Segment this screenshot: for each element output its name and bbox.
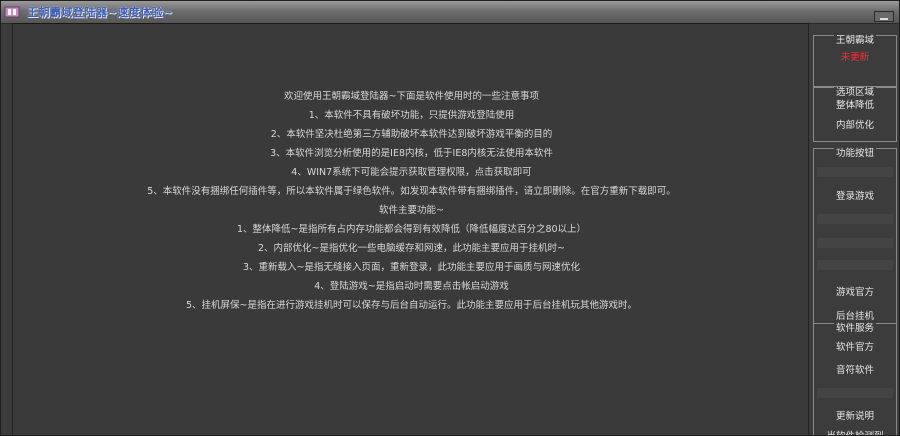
server-group-title: 王朝霸域 [833,35,876,46]
function-group: 功能按钮 登录游戏 游戏官方 后台挂机 [813,148,897,324]
minimize-button[interactable] [874,11,894,22]
app-logo-icon [4,6,20,18]
notes-panel: 欢迎使用王朝霸域登陆器~下面是软件使用时的一些注意事项 1、本软件不具有破坏功能… [12,23,810,435]
service-group-title: 软件服务 [833,323,876,334]
update-notes-button[interactable]: 更新说明 [817,408,893,426]
notes-line: 1、整体降低~是指所有占内存功能都会得到有效降低（降低幅度达百分之80以上） [236,224,587,235]
blank-button[interactable] [817,167,893,177]
app-window: 王朝霸域登陆器~速度体验~ 欢迎使用王朝霸域登陆器~下面是软件使用时的一些注意事… [0,0,900,436]
notes-line: 2、内部优化~是指优化一些电脑缓存和网速，此功能主要应用于挂机时~ [258,243,565,254]
music-software-button[interactable]: 音符软件 [817,362,893,380]
notes-line: 3、本软件浏览分析使用的是IE8内核，低于IE8内核无法使用本软件 [270,148,553,159]
blank-button[interactable] [817,388,893,398]
blank-button[interactable] [817,238,893,248]
internal-optimize-button[interactable]: 内部优化 [817,117,893,135]
sidebar: 王朝霸域 未更新 选项区域 整体降低 内部优化 功能按钮 登录游戏 游戏官方 后… [810,23,899,435]
title-bar[interactable]: 王朝霸域登陆器~速度体验~ [1,1,899,24]
login-game-button[interactable]: 登录游戏 [817,188,893,206]
function-group-title: 功能按钮 [833,148,876,159]
software-check-label: 当软件检测到 [817,428,893,435]
software-official-button[interactable]: 软件官方 [817,339,893,357]
region-group: 选项区域 整体降低 内部优化 [813,87,897,142]
notes-line: 5、本软件没有捆绑任何插件等，所以本软件属于绿色软件。如发现本软件带有捆绑插件，… [147,186,676,197]
notes-line: 软件主要功能~ [379,205,444,216]
window-title: 王朝霸域登陆器~速度体验~ [27,6,173,19]
notes-line: 2、本软件坚决杜绝第三方辅助破坏本软件达到破坏游戏平衡的目的 [270,129,553,140]
service-group: 软件服务 软件官方 音符软件 更新说明 当软件检测到 [813,323,897,435]
update-status-label: 未更新 [840,52,870,63]
game-official-button[interactable]: 游戏官方 [817,284,893,302]
notes-list: 欢迎使用王朝霸域登陆器~下面是软件使用时的一些注意事项 1、本软件不具有破坏功能… [13,87,810,315]
reduce-all-button[interactable]: 整体降低 [817,97,893,115]
notes-line: 4、WIN7系统下可能会提示获取管理权限，点击获取即可 [291,167,532,178]
blank-button[interactable] [817,260,893,270]
notes-line: 5、挂机屏保~是指在进行游戏挂机时可以保存与后台自动运行。此功能主要应用于后台挂… [185,300,637,311]
blank-button[interactable] [817,214,893,224]
notes-line: 欢迎使用王朝霸域登陆器~下面是软件使用时的一些注意事项 [284,91,539,102]
notes-line: 3、重新载入~是指无缝接入页面，重新登录，此功能主要应用于画质与网速优化 [242,262,580,273]
notes-line: 1、本软件不具有破坏功能，只提供游戏登陆使用 [308,110,515,121]
notes-line: 4、登陆游戏~是指启动时需要点击帐启动游戏 [314,281,509,292]
